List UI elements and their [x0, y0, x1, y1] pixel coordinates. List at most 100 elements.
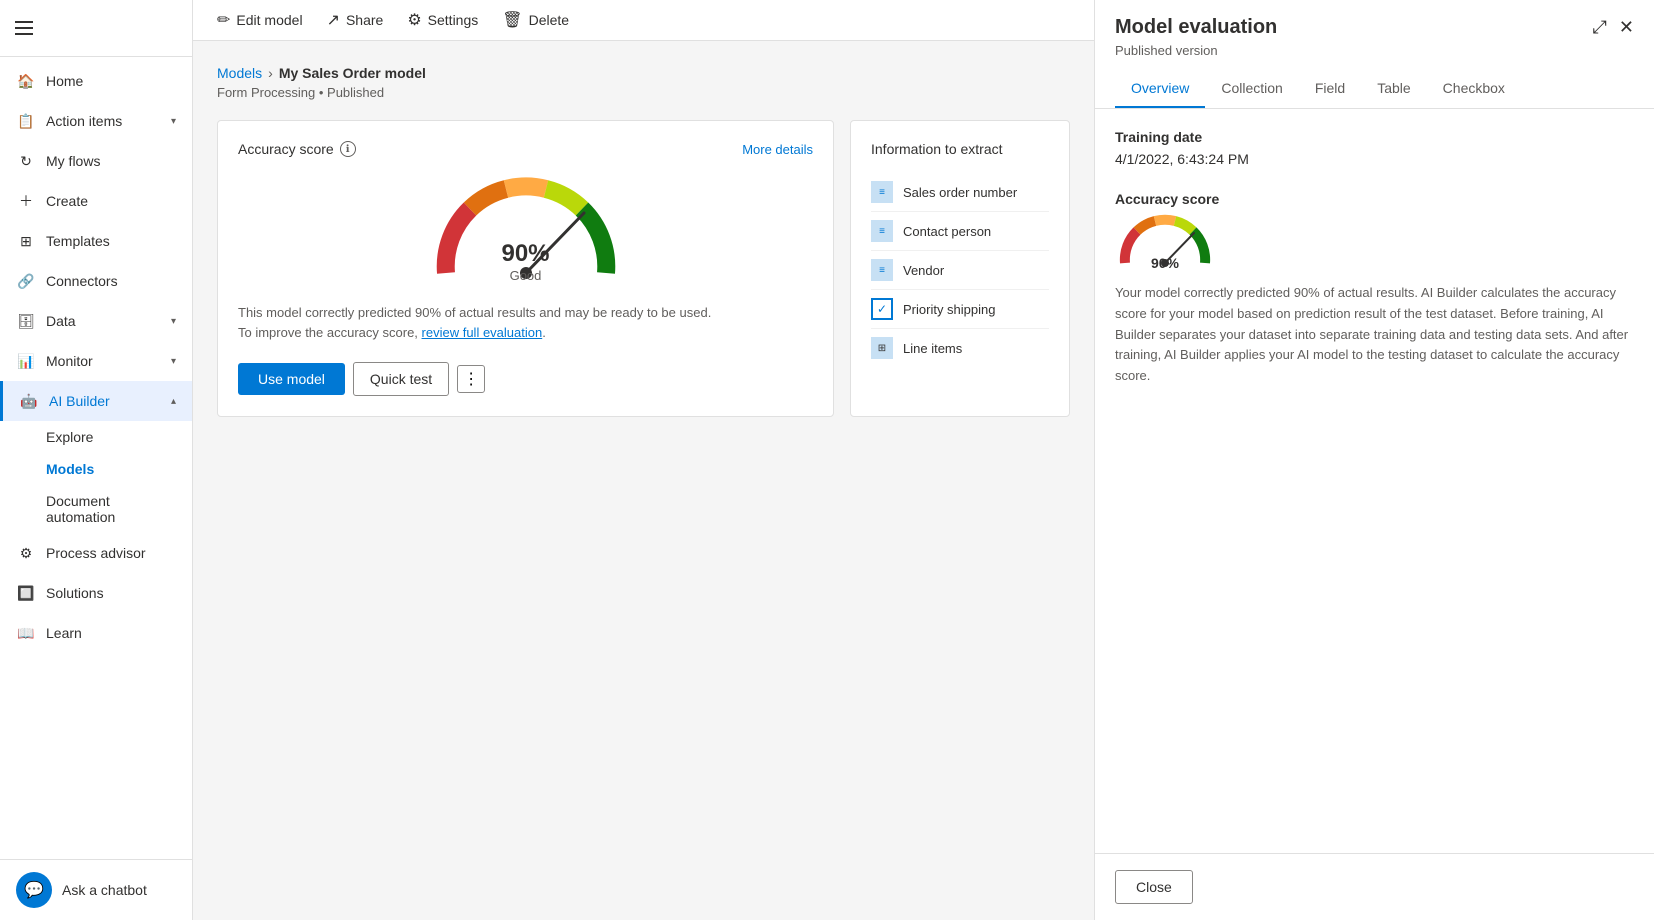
- sidebar-item-explore[interactable]: Explore: [46, 421, 192, 453]
- delete-icon: 🗑: [502, 10, 522, 30]
- tab-collection[interactable]: Collection: [1205, 70, 1298, 108]
- panel-tabs: Overview Collection Field Table Checkbox: [1115, 70, 1634, 108]
- accuracy-card-header: Accuracy score ℹ More details: [238, 141, 813, 157]
- panel-footer: Close: [1095, 853, 1654, 920]
- training-date-label: Training date: [1115, 129, 1634, 145]
- settings-button[interactable]: ⚙ Settings: [407, 10, 478, 30]
- accuracy-message: This model correctly predicted 90% of ac…: [238, 303, 813, 342]
- share-icon: ↗: [327, 10, 340, 30]
- panel-accuracy-section: Accuracy score 90% Your model correctly …: [1115, 191, 1634, 387]
- sidebar-item-learn[interactable]: 📖 Learn: [0, 613, 192, 653]
- close-button[interactable]: Close: [1115, 870, 1193, 904]
- info-item-vendor: ≡ Vendor: [871, 251, 1049, 290]
- training-date-value: 4/1/2022, 6:43:24 PM: [1115, 151, 1634, 167]
- edit-model-button[interactable]: ✏ Edit model: [217, 10, 303, 30]
- accuracy-message-suffix: .: [542, 325, 546, 340]
- sidebar-item-my-flows[interactable]: ↻ My flows: [0, 141, 192, 181]
- accuracy-card-title: Accuracy score: [238, 141, 334, 157]
- right-panel: Model evaluation ⤢ ✕ Published version O…: [1094, 0, 1654, 920]
- sidebar-item-document-automation[interactable]: Document automation: [46, 485, 192, 533]
- sidebar-item-templates[interactable]: ⊞ Templates: [0, 221, 192, 261]
- tab-overview[interactable]: Overview: [1115, 70, 1205, 108]
- toolbar: ✏ Edit model ↗ Share ⚙ Settings 🗑 Delete: [193, 0, 1094, 41]
- chevron-down-icon: ▾: [171, 316, 176, 327]
- sidebar-item-action-items[interactable]: 📋 Action items ▾: [0, 101, 192, 141]
- process-advisor-icon: ⚙: [16, 543, 36, 563]
- sidebar-label-document-automation: Document automation: [46, 493, 176, 525]
- solutions-icon: 🔲: [16, 583, 36, 603]
- create-icon: ＋: [16, 191, 36, 211]
- sidebar-label-ai-builder: AI Builder: [49, 393, 110, 409]
- gauge-label: 90% Good: [501, 240, 549, 283]
- main-content: ✏ Edit model ↗ Share ⚙ Settings 🗑 Delete…: [193, 0, 1094, 920]
- gauge-percentage: 90%: [501, 240, 549, 268]
- chatbot-label: Ask a chatbot: [62, 882, 147, 898]
- sidebar-label-connectors: Connectors: [46, 273, 118, 289]
- sidebar-label-home: Home: [46, 73, 83, 89]
- sidebar-item-connectors[interactable]: 🔗 Connectors: [0, 261, 192, 301]
- panel-icon-buttons: ⤢ ✕: [1593, 17, 1635, 38]
- sidebar-label-action-items: Action items: [46, 113, 122, 129]
- accuracy-card: Accuracy score ℹ More details: [217, 120, 834, 417]
- quick-test-button[interactable]: Quick test: [353, 362, 449, 396]
- info-card-title: Information to extract: [871, 141, 1049, 157]
- data-icon: 🗄: [16, 311, 36, 331]
- sidebar-item-create[interactable]: ＋ Create: [0, 181, 192, 221]
- sidebar-item-solutions[interactable]: 🔲 Solutions: [0, 573, 192, 613]
- learn-icon: 📖: [16, 623, 36, 643]
- ai-builder-icon: 🤖: [19, 391, 39, 411]
- expand-panel-button[interactable]: ⤢: [1593, 17, 1607, 38]
- field-icon: ≡: [871, 181, 893, 203]
- sidebar-item-ai-builder[interactable]: 🤖 AI Builder ▴: [0, 381, 192, 421]
- panel-accuracy-title: Accuracy score: [1115, 191, 1634, 207]
- panel-gauge-wrap: 90%: [1115, 213, 1215, 271]
- sidebar-label-process-advisor: Process advisor: [46, 545, 146, 561]
- tab-field[interactable]: Field: [1299, 70, 1361, 108]
- tab-checkbox[interactable]: Checkbox: [1427, 70, 1521, 108]
- more-options-button[interactable]: ⋮: [457, 365, 485, 393]
- ai-builder-submenu: Explore Models Document automation: [0, 421, 192, 533]
- field-icon: ≡: [871, 220, 893, 242]
- chatbot-button[interactable]: 💬 Ask a chatbot: [16, 872, 176, 908]
- panel-subtitle: Published version: [1115, 43, 1634, 58]
- sidebar-label-solutions: Solutions: [46, 585, 104, 601]
- settings-label: Settings: [428, 12, 479, 28]
- cards-row: Accuracy score ℹ More details: [217, 120, 1070, 417]
- content-area: Models › My Sales Order model Form Proce…: [193, 41, 1094, 920]
- sidebar-item-home[interactable]: 🏠 Home: [0, 61, 192, 101]
- sidebar-item-process-advisor[interactable]: ⚙ Process advisor: [0, 533, 192, 573]
- sidebar-item-monitor[interactable]: 📊 Monitor ▾: [0, 341, 192, 381]
- info-item-line-items: ⊞ Line items: [871, 329, 1049, 367]
- panel-gauge-percentage: 90%: [1151, 255, 1179, 271]
- checkbox-icon: ✓: [871, 298, 893, 320]
- hamburger-menu[interactable]: [8, 12, 40, 44]
- share-button[interactable]: ↗ Share: [327, 10, 384, 30]
- edit-icon: ✏: [217, 10, 230, 30]
- close-panel-button[interactable]: ✕: [1619, 17, 1634, 38]
- info-label-sales-order: Sales order number: [903, 185, 1017, 200]
- breadcrumb-parent[interactable]: Models: [217, 65, 262, 81]
- tab-table[interactable]: Table: [1361, 70, 1426, 108]
- info-label-line-items: Line items: [903, 341, 962, 356]
- chevron-down-icon: ▾: [171, 356, 176, 367]
- review-evaluation-link[interactable]: review full evaluation: [422, 325, 543, 340]
- gauge-container: 90% Good: [238, 173, 813, 283]
- info-icon[interactable]: ℹ: [340, 141, 356, 157]
- use-model-button[interactable]: Use model: [238, 363, 345, 395]
- panel-header: Model evaluation ⤢ ✕ Published version O…: [1095, 0, 1654, 109]
- table-icon: ⊞: [871, 337, 893, 359]
- info-card: Information to extract ≡ Sales order num…: [850, 120, 1070, 417]
- more-details-link[interactable]: More details: [742, 142, 813, 157]
- sidebar-label-my-flows: My flows: [46, 153, 100, 169]
- templates-icon: ⊞: [16, 231, 36, 251]
- sidebar-item-data[interactable]: 🗄 Data ▾: [0, 301, 192, 341]
- home-icon: 🏠: [16, 71, 36, 91]
- sidebar-label-models: Models: [46, 461, 94, 477]
- panel-accuracy-description: Your model correctly predicted 90% of ac…: [1115, 283, 1634, 387]
- info-item-sales-order: ≡ Sales order number: [871, 173, 1049, 212]
- share-label: Share: [346, 12, 383, 28]
- delete-button[interactable]: 🗑 Delete: [502, 10, 569, 30]
- action-items-icon: 📋: [16, 111, 36, 131]
- info-item-priority-shipping: ✓ Priority shipping: [871, 290, 1049, 329]
- sidebar-item-models[interactable]: Models: [46, 453, 192, 485]
